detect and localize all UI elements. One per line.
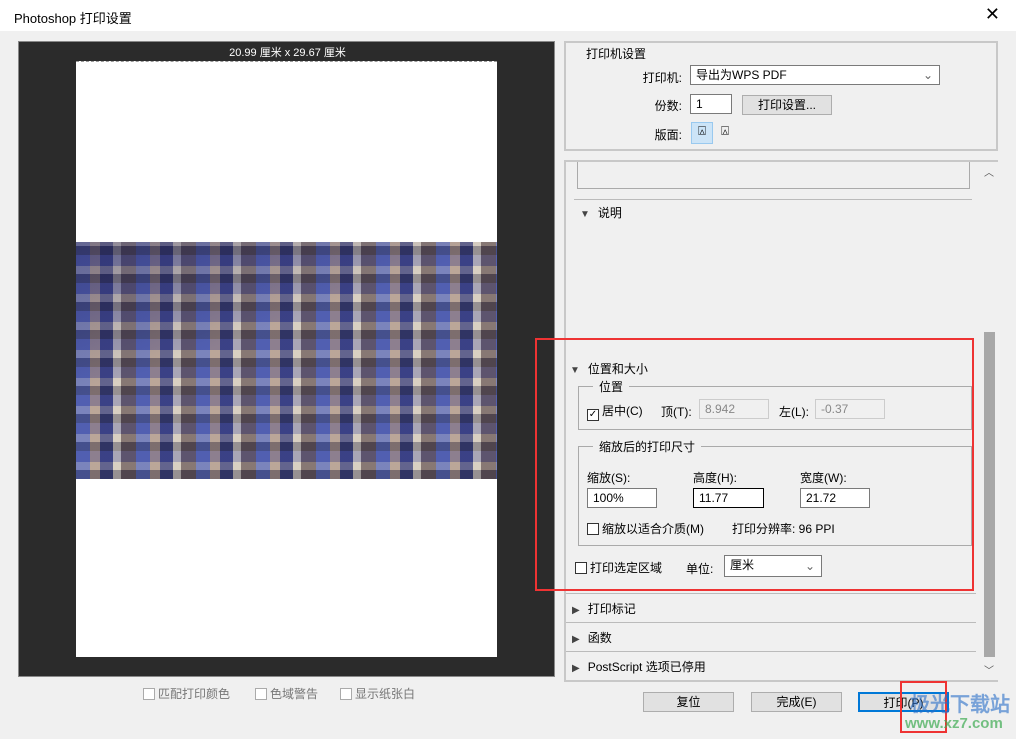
scroll-down-icon[interactable]: ﹀ (984, 662, 994, 677)
left-label: 左(L): (779, 405, 810, 419)
settings-scroll-panel: ▼ 说明 ▼ 位置和大小 位置 ✓ 居中(C) 顶(T): 8.942 左(L): -… (564, 160, 998, 682)
printer-settings-panel: 打印机设置 打印机: 导出为WPS PDF ⌄ 份数: 1 打印设置... 版面:… (564, 41, 998, 151)
section-label: 说明 (597, 206, 622, 220)
group-legend: 缩放后的打印尺寸 (593, 438, 702, 455)
print-selected-area-checkbox[interactable]: 打印选定区域 (575, 559, 662, 576)
checkbox-label: 色域警告 (270, 687, 319, 701)
copies-input[interactable]: 1 (690, 94, 732, 114)
width-input[interactable]: 21.72 (800, 488, 870, 508)
checkbox-label: 居中(C) (602, 404, 643, 418)
print-preview: 20.99 厘米 x 29.67 厘米 (18, 41, 555, 677)
checkbox-box (255, 688, 267, 700)
watermark-url: www.xz7.com (905, 715, 1003, 732)
window-title: Photoshop 打印设置 (14, 11, 132, 26)
triangle-down-icon: ▼ (580, 209, 590, 220)
print-settings-button[interactable]: 打印设置... (742, 95, 832, 115)
unit-select[interactable]: 厘米 ⌄ (724, 555, 822, 577)
triangle-right-icon: ▶ (572, 634, 580, 645)
printer-label: 打印机: (642, 71, 682, 85)
section-position-size[interactable]: ▼ 位置和大小 (570, 360, 648, 377)
unit-value: 厘米 (730, 558, 755, 572)
copies-label: 份数: (654, 99, 682, 113)
scrollbar-thumb[interactable] (984, 332, 995, 657)
section-postscript[interactable]: ▶ PostScript 选项已停用 (566, 651, 976, 680)
checkbox-box (575, 562, 587, 574)
checkbox-label: 显示纸张白 (355, 687, 416, 701)
portrait-orientation-icon[interactable]: ⍓ (691, 122, 713, 144)
preview-image (76, 242, 497, 479)
triangle-right-icon: ▶ (572, 663, 580, 674)
scale-label: 缩放(S): (587, 471, 631, 485)
group-legend: 位置 (593, 378, 630, 395)
left-input[interactable]: -0.37 (815, 399, 885, 419)
unit-label: 单位: (686, 562, 714, 576)
checkbox-label: 打印选定区域 (590, 561, 663, 575)
checkbox-label: 匹配打印颜色 (158, 687, 231, 701)
paper-dimensions: 20.99 厘米 x 29.67 厘米 (229, 47, 346, 59)
done-button[interactable]: 完成(E) (751, 692, 842, 712)
title-bar: Photoshop 打印设置 ✕ (0, 0, 1016, 31)
section-description[interactable]: ▼ 说明 (580, 204, 622, 221)
section-print-marks[interactable]: ▶ 打印标记 (566, 593, 976, 622)
preview-paper (76, 61, 497, 657)
triangle-right-icon: ▶ (572, 605, 580, 616)
gamut-warning-checkbox[interactable]: 色域警告 (255, 685, 318, 702)
checkbox-box (143, 688, 155, 700)
section-label: PostScript 选项已停用 (587, 660, 706, 674)
center-checkbox[interactable]: ✓ 居中(C) (587, 402, 643, 421)
show-paper-white-checkbox[interactable]: 显示纸张白 (340, 685, 415, 702)
top-label: 顶(T): (661, 405, 692, 419)
collapsed-field (577, 162, 970, 189)
height-input[interactable]: 11.77 (693, 488, 764, 508)
checkbox-box (587, 523, 599, 535)
triangle-down-icon: ▼ (570, 365, 580, 376)
printer-value: 导出为WPS PDF (696, 68, 787, 82)
height-label: 高度(H): (693, 471, 737, 485)
position-group: 位置 ✓ 居中(C) 顶(T): 8.942 左(L): -0.37 (578, 378, 972, 430)
checkbox-box (340, 688, 352, 700)
close-icon[interactable]: ✕ (985, 4, 1000, 25)
print-resolution: 打印分辨率: 96 PPI (732, 522, 835, 536)
fit-media-checkbox[interactable]: 缩放以适合介质(M) (587, 520, 704, 537)
checkbox-label: 缩放以适合介质(M) (602, 522, 704, 536)
printer-settings-heading: 打印机设置 (586, 47, 647, 61)
section-label: 打印标记 (587, 602, 636, 616)
divider (574, 199, 972, 200)
layout-label: 版面: (654, 128, 682, 142)
landscape-orientation-icon[interactable]: ⍓ (716, 123, 734, 143)
scaled-size-group: 缩放后的打印尺寸 缩放(S): 100% 高度(H): 11.77 宽度(W):… (578, 438, 972, 546)
scrollbar[interactable]: ︿ ﹀ (981, 162, 998, 680)
chevron-down-icon: ⌄ (804, 559, 815, 573)
reset-button[interactable]: 复位 (643, 692, 734, 712)
scale-input[interactable]: 100% (587, 488, 657, 508)
section-label: 函数 (587, 631, 612, 645)
scroll-up-icon[interactable]: ︿ (984, 164, 994, 179)
match-print-colors-checkbox[interactable]: 匹配打印颜色 (143, 685, 230, 702)
checkbox-box: ✓ (587, 409, 599, 421)
printer-select[interactable]: 导出为WPS PDF ⌄ (690, 65, 940, 85)
watermark-text: 极光下载站 (910, 694, 1010, 716)
section-functions[interactable]: ▶ 函数 (566, 622, 976, 651)
top-input[interactable]: 8.942 (699, 399, 769, 419)
chevron-down-icon: ⌄ (922, 68, 933, 82)
section-label: 位置和大小 (587, 362, 648, 376)
width-label: 宽度(W): (800, 471, 847, 485)
